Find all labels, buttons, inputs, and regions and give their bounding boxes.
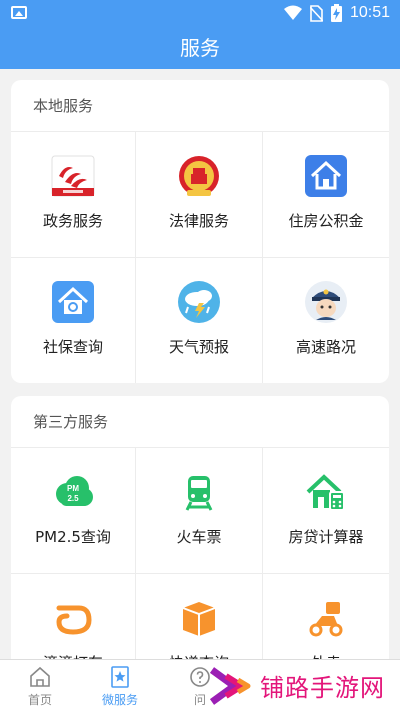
tab-home[interactable]: 首页 <box>0 660 80 711</box>
local-services-card: 本地服务 政务服务 法律服务 住房公积金 社保查询 天气预报 高速路况 <box>11 80 389 383</box>
didi-icon <box>51 596 95 640</box>
clock: 10:51 <box>349 4 390 21</box>
housing-fund-icon <box>304 154 348 198</box>
tab-micro-service[interactable]: 微服务 <box>80 660 160 711</box>
service-social-security[interactable]: 社保查询 <box>11 258 136 383</box>
service-label: 政务服务 <box>42 212 103 230</box>
svg-text:PM: PM <box>67 484 79 493</box>
no-sim-icon <box>309 4 323 22</box>
service-highway-traffic[interactable]: 高速路况 <box>263 258 389 383</box>
battery-charging-icon <box>330 4 342 22</box>
pm25-cloud-icon: PM 2.5 <box>51 470 95 514</box>
service-label: 天气预报 <box>168 338 229 356</box>
third-party-services-card: 第三方服务 PM 2.5 PM2.5查询 火车票 房贷计算器 <box>11 396 389 696</box>
train-icon <box>177 470 221 514</box>
law-emblem-icon <box>177 154 221 198</box>
watermark-logo-icon <box>209 666 251 705</box>
service-label: 房贷计算器 <box>288 528 364 546</box>
star-bookmark-icon <box>111 666 129 688</box>
mortgage-calculator-icon <box>304 470 348 514</box>
tab-label: 首页 <box>27 693 52 707</box>
package-icon <box>177 596 221 640</box>
watermark: 铺路手游网 <box>208 660 400 711</box>
tab-label: 微服务 <box>101 693 138 707</box>
wifi-icon <box>283 5 302 20</box>
delivery-scooter-icon <box>304 596 348 640</box>
service-train-ticket[interactable]: 火车票 <box>136 448 263 574</box>
service-label: 社保查询 <box>42 338 103 356</box>
watermark-text: 铺路手游网 <box>260 674 385 702</box>
section-title: 第三方服务 <box>11 396 389 448</box>
service-weather[interactable]: 天气预报 <box>136 258 263 383</box>
gallery-icon <box>11 6 27 19</box>
service-legal[interactable]: 法律服务 <box>136 132 263 258</box>
weather-icon <box>177 280 221 324</box>
service-label: 住房公积金 <box>288 212 364 230</box>
svg-text:2.5: 2.5 <box>67 494 79 503</box>
section-title: 本地服务 <box>11 80 389 132</box>
social-security-icon <box>51 280 95 324</box>
tab-label: 问 <box>193 693 206 707</box>
service-government-affairs[interactable]: 政务服务 <box>11 132 136 258</box>
service-mortgage-calculator[interactable]: 房贷计算器 <box>263 448 389 574</box>
service-label: 火车票 <box>176 528 222 546</box>
government-affairs-icon <box>51 154 95 198</box>
home-icon <box>30 666 50 687</box>
service-housing-fund[interactable]: 住房公积金 <box>263 132 389 258</box>
service-label: 法律服务 <box>168 212 229 230</box>
page-title: 服务 <box>0 27 400 69</box>
service-label: 高速路况 <box>295 338 356 356</box>
service-pm25[interactable]: PM 2.5 PM2.5查询 <box>11 448 136 574</box>
service-label: PM2.5查询 <box>35 528 111 546</box>
traffic-police-icon <box>304 280 348 324</box>
status-bar: 10:51 <box>0 0 400 27</box>
